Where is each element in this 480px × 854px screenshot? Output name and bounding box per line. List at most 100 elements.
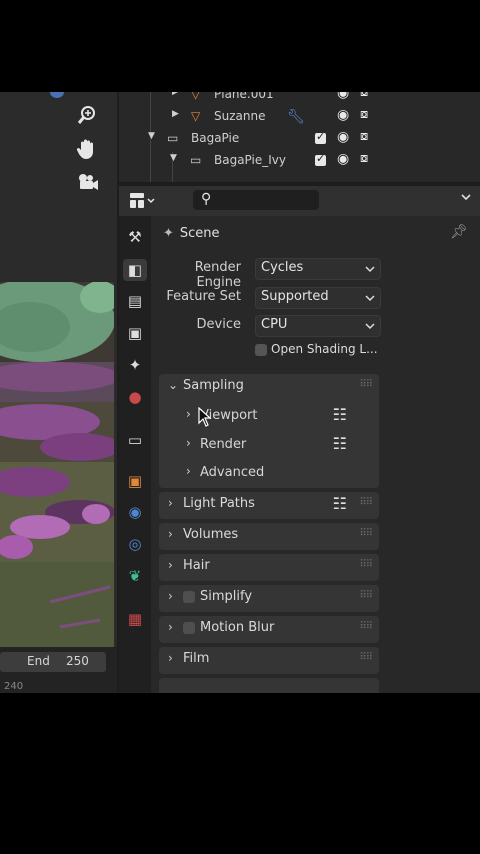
texture-tab-icon[interactable]: ▦ [123, 608, 147, 630]
light-paths-panel[interactable]: › Light Paths ☷ ⠿⠿ [159, 492, 379, 519]
simplify-checkbox[interactable] [183, 591, 195, 603]
view-layer-tab-icon[interactable]: ▣ [123, 322, 147, 344]
timeline[interactable]: End 250 240 [0, 647, 117, 693]
presets-list-icon[interactable]: ☷ [333, 434, 347, 453]
physics-tab-icon[interactable]: ◎ [123, 533, 147, 555]
editor-type-button[interactable] [129, 191, 159, 211]
advanced-subpanel[interactable]: › Advanced [159, 460, 379, 486]
search-icon: ⚲ [201, 191, 212, 207]
scene-tab-icon[interactable]: ✦ [123, 354, 147, 376]
viewport-subpanel[interactable]: › Viewport ☷ [159, 403, 379, 429]
film-title: Film [183, 651, 210, 666]
drag-handle-icon[interactable]: ⠿⠿ [359, 528, 373, 539]
next-panel-partial[interactable] [159, 678, 379, 693]
collection-icon: ▭ [190, 153, 202, 167]
world-tab-icon[interactable]: ● [123, 386, 147, 408]
presets-list-icon[interactable]: ☷ [333, 494, 347, 513]
search-input[interactable]: ⚲ [193, 190, 319, 210]
eye-icon[interactable]: ◉ [337, 107, 349, 123]
drag-handle-icon[interactable]: ⠿⠿ [359, 590, 373, 601]
exclude-checkbox[interactable] [315, 130, 326, 144]
outliner-row-plane001[interactable]: ▶ ▽ Plane.001 ᵍ ◉ ⧇ [119, 92, 480, 106]
wrench-icon[interactable]: 🔧︎ [287, 109, 305, 125]
expand-arrow-icon[interactable]: ▶ [172, 109, 179, 119]
sampling-header[interactable]: ⌄ Sampling ⠿⠿ [159, 374, 379, 400]
light-paths-header[interactable]: › Light Paths ☷ ⠿⠿ [159, 492, 379, 518]
collapse-arrow-icon[interactable]: ▼ [170, 153, 177, 163]
chevron-down-icon [365, 295, 375, 302]
drag-handle-icon[interactable]: ⠿⠿ [359, 559, 373, 570]
open-shading-checkbox[interactable] [255, 344, 267, 356]
drag-handle-icon[interactable]: ⠿⠿ [359, 497, 373, 508]
render-subpanel[interactable]: › Render ☷ [159, 432, 379, 458]
device-value: CPU [261, 317, 288, 332]
eye-icon[interactable]: ◉ [337, 129, 349, 145]
volumes-panel[interactable]: › Volumes ⠿⠿ [159, 523, 379, 550]
output-tab-icon[interactable]: ▤ [123, 290, 147, 312]
camera-icon[interactable] [76, 172, 104, 198]
drag-handle-icon[interactable]: ⠿⠿ [359, 379, 373, 390]
hand-icon[interactable] [76, 137, 104, 163]
properties-header: ⚲ [119, 186, 480, 216]
motion-blur-header[interactable]: › Motion Blur ⠿⠿ [159, 616, 379, 642]
eye-icon[interactable]: ◉ [337, 151, 349, 167]
options-dropdown[interactable] [460, 191, 472, 205]
render-engine-value: Cycles [261, 260, 304, 275]
outliner-row-bagapie-ivy[interactable]: ▼ ▭ BagaPie_Ivy ◉ ⧇ [119, 150, 480, 172]
film-header[interactable]: › Film ⠿⠿ [159, 647, 379, 673]
exclude-checkbox[interactable] [315, 152, 326, 166]
chevron-right-icon: › [186, 436, 191, 450]
tool-tab-icon[interactable]: ⚒ [123, 226, 147, 248]
render-camera-icon[interactable]: ⧇ [360, 129, 368, 144]
mesh-cone-icon: ▽ [191, 109, 201, 123]
simplify-header[interactable]: › Simplify ⠿⠿ [159, 585, 379, 611]
render-camera-icon[interactable]: ⧇ [360, 107, 368, 122]
3d-viewport[interactable]: End 250 240 [0, 92, 117, 693]
render-engine-dropdown[interactable]: Cycles [255, 258, 381, 280]
simplify-panel[interactable]: › Simplify ⠿⠿ [159, 585, 379, 612]
zoom-icon[interactable] [76, 104, 104, 130]
mouse-pointer-icon [198, 407, 212, 427]
drag-handle-icon[interactable]: ⠿⠿ [359, 621, 373, 632]
constraints-tab-icon[interactable]: ❦ [123, 565, 147, 587]
render-tab-icon[interactable]: ◧ [123, 259, 147, 281]
blue-gizmo[interactable] [50, 92, 64, 98]
advanced-title: Advanced [200, 465, 265, 480]
vertex-group-icon[interactable]: ᵍ [299, 92, 303, 97]
expand-arrow-icon[interactable]: ▶ [172, 92, 179, 97]
modifier-tab-icon[interactable]: ◉ [123, 501, 147, 523]
outliner-item-label: BagaPie [191, 131, 240, 145]
blender-window: End 250 240 ▶ ▽ Plane.001 ᵍ ◉ ⧇ ▶ ▽ Suza… [0, 92, 480, 693]
outliner-row-bagapie[interactable]: ▼ ▭ BagaPie ◉ ⧇ [119, 128, 480, 150]
pin-icon[interactable]: 📌︎ [450, 224, 468, 240]
film-panel[interactable]: › Film ⠿⠿ [159, 647, 379, 674]
motion-blur-panel[interactable]: › Motion Blur ⠿⠿ [159, 616, 379, 643]
presets-list-icon[interactable]: ☷ [333, 405, 347, 424]
chevron-right-icon: › [186, 407, 191, 421]
mesh-cone-icon: ▽ [191, 92, 201, 101]
device-dropdown[interactable]: CPU [255, 315, 381, 337]
feature-set-dropdown[interactable]: Supported [255, 287, 381, 309]
object-tab-icon[interactable]: ▣ [123, 470, 147, 492]
chevron-right-icon: › [168, 651, 173, 665]
collection-tab-icon[interactable]: ▭ [123, 429, 147, 451]
properties-panel: ✦ Scene 📌︎ Render Engine Cycles Feature S… [151, 216, 480, 693]
render-camera-icon[interactable]: ⧇ [360, 92, 368, 100]
hair-panel[interactable]: › Hair ⠿⠿ [159, 554, 379, 581]
chevron-right-icon: › [168, 527, 173, 541]
drag-handle-icon[interactable]: ⠿⠿ [359, 652, 373, 663]
outliner[interactable]: ▶ ▽ Plane.001 ᵍ ◉ ⧇ ▶ ▽ Suzanne 🔧︎ ◉ ⧇ ▼… [119, 92, 480, 182]
collection-icon: ▭ [167, 131, 179, 145]
volumes-header[interactable]: › Volumes ⠿⠿ [159, 523, 379, 549]
outliner-row-suzanne[interactable]: ▶ ▽ Suzanne 🔧︎ ◉ ⧇ [119, 106, 480, 128]
render-engine-label: Render Engine [194, 260, 241, 290]
ivy-scene-render [0, 282, 114, 693]
chevron-down-icon [461, 194, 471, 201]
hair-header[interactable]: › Hair ⠿⠿ [159, 554, 379, 580]
render-camera-icon[interactable]: ⧇ [360, 151, 368, 166]
motion-blur-checkbox[interactable] [183, 622, 195, 634]
end-frame-field[interactable]: End 250 [0, 652, 106, 672]
chevron-right-icon: › [168, 496, 173, 510]
eye-icon[interactable]: ◉ [337, 92, 349, 101]
collapse-arrow-icon[interactable]: ▼ [148, 131, 155, 141]
